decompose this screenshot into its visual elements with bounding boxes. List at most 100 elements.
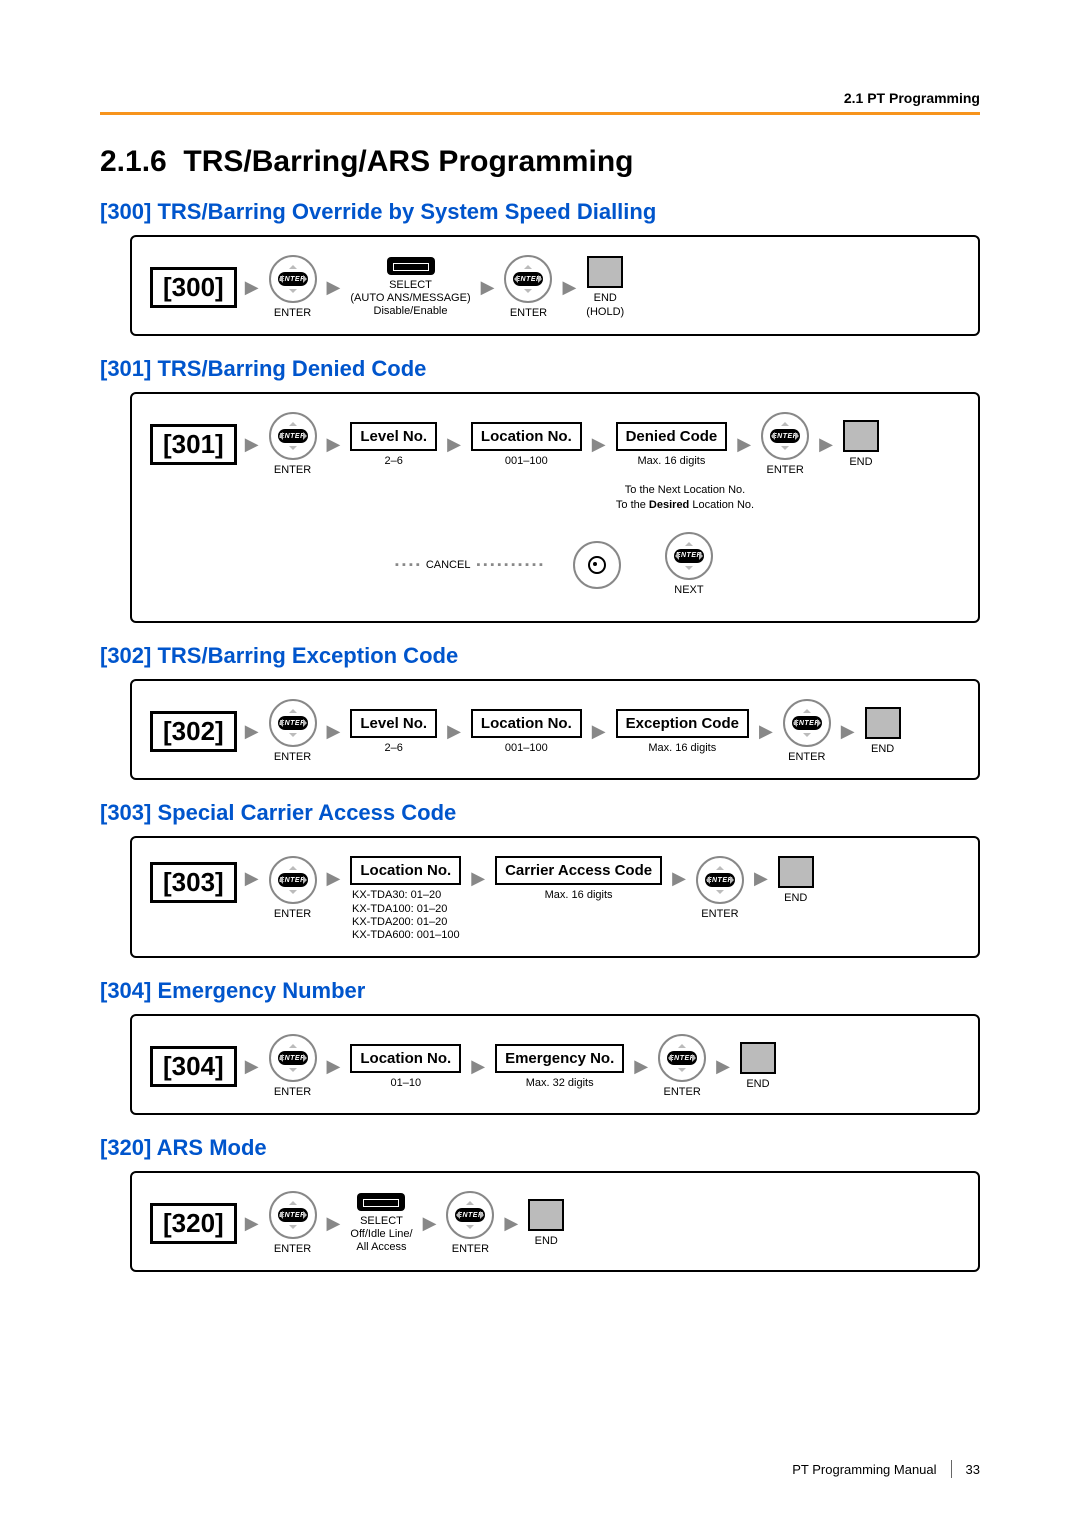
footer-manual-title: PT Programming Manual: [792, 1462, 936, 1477]
end-label: END: [871, 743, 894, 756]
select-key-icon: [357, 1193, 405, 1211]
enter-label: ENTER: [452, 1243, 489, 1256]
enter-key-icon: ENTER: [269, 1191, 317, 1239]
enter-label: ENTER: [274, 307, 311, 320]
subheading-303: [303] Special Carrier Access Code: [100, 800, 980, 826]
code-box-302: [302]: [150, 711, 237, 752]
select-key-icon: [387, 257, 435, 275]
page-footer: PT Programming Manual 33: [792, 1460, 980, 1478]
subheading-301: [301] TRS/Barring Denied Code: [100, 356, 980, 382]
to-desired-note: To the Desired Location No.: [410, 498, 960, 512]
level-range: 2–6: [385, 742, 403, 755]
subheading-304: [304] Emergency Number: [100, 978, 980, 1004]
enter-key-icon: ENTER: [783, 699, 831, 747]
end-label: END: [849, 456, 872, 469]
enter-key-icon: ENTER: [446, 1191, 494, 1239]
arrow-icon: ▶: [759, 721, 773, 742]
code-box-320: [320]: [150, 1203, 237, 1244]
enter-key-icon: ENTER: [269, 412, 317, 460]
enter-label: ENTER: [788, 751, 825, 764]
arrow-icon: ▶: [504, 1213, 518, 1234]
arrow-icon: ▶: [447, 721, 461, 742]
flow-303: [303] ▶ ENTER ENTER ▶ Location No. KX-TD…: [130, 836, 980, 958]
flow-301: [301] ▶ ENTER ENTER ▶ Level No. 2–6 ▶ Lo…: [130, 392, 980, 623]
end-label: END: [535, 1235, 558, 1248]
enter-label: ENTER: [274, 1086, 311, 1099]
location-range: 01–10: [391, 1077, 422, 1090]
arrow-icon: ▶: [754, 868, 768, 889]
code-box-301: [301]: [150, 424, 237, 465]
arrow-icon: ▶: [592, 721, 606, 742]
jog-dial-icon: [573, 541, 621, 589]
enter-key-icon: ENTER: [269, 856, 317, 904]
subheading-302: [302] TRS/Barring Exception Code: [100, 643, 980, 669]
flow-304: [304] ▶ ENTER ENTER ▶ Location No. 01–10…: [130, 1014, 980, 1115]
flow-302: [302] ▶ ENTER ENTER ▶ Level No. 2–6 ▶ Lo…: [130, 679, 980, 780]
enter-key-icon: ENTER: [658, 1034, 706, 1082]
code-box-300: [300]: [150, 267, 237, 308]
arrow-icon: ▶: [471, 1056, 485, 1077]
select-caption: SELECT Off/Idle Line/ All Access: [350, 1215, 412, 1255]
page-title: 2.1.6 TRS/Barring/ARS Programming: [100, 145, 980, 179]
hold-key-icon: [528, 1199, 564, 1231]
enter-key-icon: ENTER: [504, 255, 552, 303]
footer-page-number: 33: [966, 1462, 980, 1477]
exception-range: Max. 16 digits: [648, 742, 716, 755]
hold-key-icon: [778, 856, 814, 888]
emergency-range: Max. 32 digits: [526, 1077, 594, 1090]
arrow-icon: ▶: [447, 434, 461, 455]
arrow-icon: ▶: [327, 1213, 341, 1234]
end-label: END: [784, 892, 807, 905]
arrow-icon: ▶: [592, 434, 606, 455]
hold-key-icon: [740, 1042, 776, 1074]
carrier-range: Max. 16 digits: [545, 889, 613, 902]
arrow-icon: ▶: [634, 1056, 648, 1077]
enter-label: ENTER: [274, 464, 311, 477]
location-ranges: KX-TDA30: 01–20 KX-TDA100: 01–20 KX-TDA2…: [352, 889, 460, 942]
flow-300: [300] ▶ ENTER ENTER ▶ SELECT (AUTO ANS/M…: [130, 235, 980, 336]
arrow-icon: ▶: [737, 434, 751, 455]
location-range: 001–100: [505, 455, 548, 468]
location-no-box: Location No.: [471, 709, 582, 738]
location-no-box: Location No.: [350, 1044, 461, 1073]
code-box-304: [304]: [150, 1046, 237, 1087]
end-label: END (HOLD): [586, 292, 624, 318]
hold-key-icon: [843, 420, 879, 452]
location-range: 001–100: [505, 742, 548, 755]
enter-label: ENTER: [663, 1086, 700, 1099]
arrow-icon: ▶: [245, 277, 259, 298]
enter-key-icon: ENTER: [269, 255, 317, 303]
cancel-label: CANCEL: [426, 559, 471, 571]
arrow-icon: ▶: [471, 868, 485, 889]
level-range: 2–6: [385, 455, 403, 468]
select-caption: SELECT (AUTO ANS/MESSAGE) Disable/Enable: [350, 279, 470, 319]
enter-label: ENTER: [274, 751, 311, 764]
location-no-box: Location No.: [471, 422, 582, 451]
emergency-no-box: Emergency No.: [495, 1044, 624, 1073]
arrow-icon: ▶: [716, 1056, 730, 1077]
enter-key-icon: ENTER: [696, 856, 744, 904]
denied-range: Max. 16 digits: [638, 455, 706, 468]
arrow-icon: ▶: [819, 434, 833, 455]
exception-code-box: Exception Code: [616, 709, 749, 738]
arrow-icon: ▶: [245, 721, 259, 742]
enter-label: ENTER: [766, 464, 803, 477]
arrow-icon: ▶: [327, 868, 341, 889]
end-label: END: [746, 1078, 769, 1091]
arrow-icon: ▶: [481, 277, 495, 298]
enter-key-icon: ENTER: [269, 699, 317, 747]
enter-key-icon: ENTER: [665, 532, 713, 580]
enter-label: ENTER: [274, 1243, 311, 1256]
arrow-icon: ▶: [245, 434, 259, 455]
flow-320: [320] ▶ ENTER ENTER ▶ SELECT Off/Idle Li…: [130, 1171, 980, 1272]
location-no-box: Location No.: [350, 856, 461, 885]
code-box-303: [303]: [150, 862, 237, 903]
arrow-icon: ▶: [245, 1056, 259, 1077]
arrow-icon: ▶: [327, 277, 341, 298]
arrow-icon: ▶: [245, 1213, 259, 1234]
level-no-box: Level No.: [350, 422, 437, 451]
enter-label: ENTER: [274, 908, 311, 921]
section-header: 2.1 PT Programming: [100, 90, 980, 112]
enter-key-icon: ENTER: [761, 412, 809, 460]
arrow-icon: ▶: [562, 277, 576, 298]
